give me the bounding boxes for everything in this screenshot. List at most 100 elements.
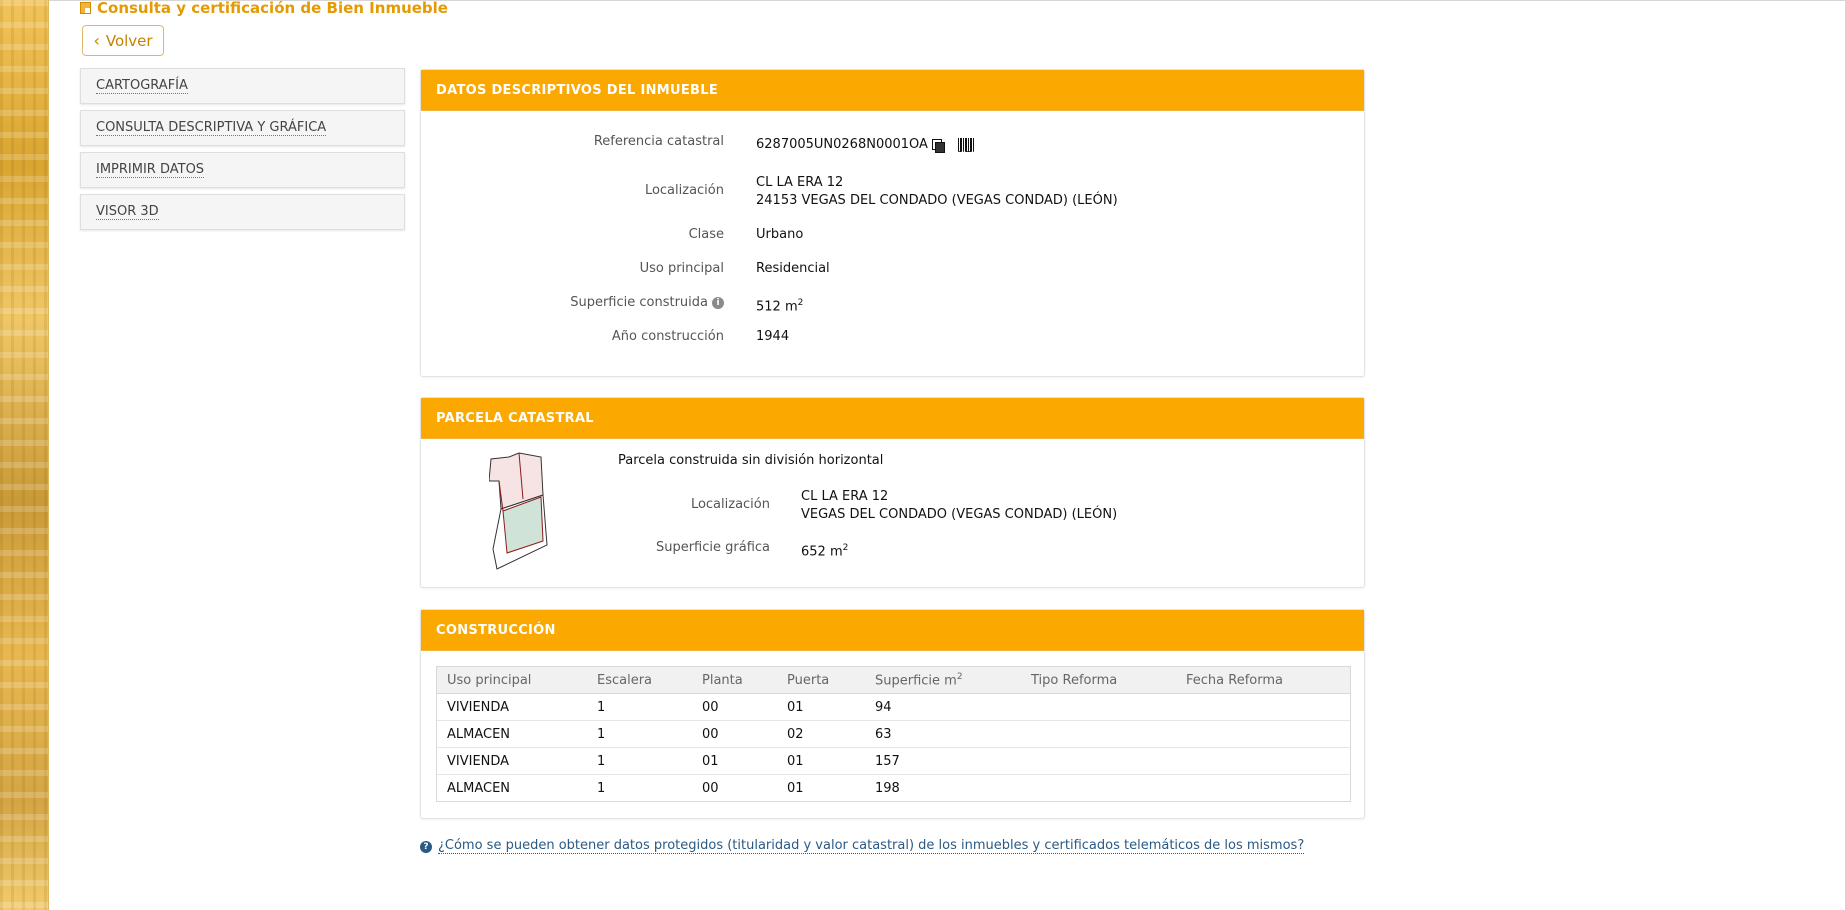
parcela-localizacion-label: Localización [690, 497, 770, 512]
chevron-left-icon: ‹ [93, 30, 100, 50]
construccion-table: Uso principal Escalera Planta Puerta Sup… [437, 667, 1350, 801]
parcela-localizacion-line-1: CL LA ERA 12 [801, 489, 889, 504]
table-cell: 02 [777, 720, 865, 748]
col-superficie: Superficie m2 [865, 667, 1021, 694]
localizacion-line-2: 24153 VEGAS DEL CONDADO (VEGAS CONDAD) (… [756, 193, 1118, 208]
parcel-map-thumbnail[interactable] [489, 451, 561, 573]
parcela-localizacion-line-2: VEGAS DEL CONDADO (VEGAS CONDAD) (LEÓN) [801, 507, 1118, 522]
superficie-grafica-label: Superficie gráfica [655, 540, 770, 555]
table-cell: VIVIENDA [437, 693, 587, 721]
table-cell [1176, 774, 1350, 801]
anio-construccion-label: Año construcción [611, 329, 724, 344]
unit-exponent: 2 [956, 671, 963, 682]
clase-label: Clase [688, 227, 724, 242]
anio-construccion-value: 1944 [756, 329, 790, 344]
table-cell [1176, 747, 1350, 775]
col-superficie-text: Superficie m [875, 673, 957, 689]
parcela-localizacion-value: CL LA ERA 12 VEGAS DEL CONDADO (VEGAS CO… [801, 488, 1117, 524]
table-header-row: Uso principal Escalera Planta Puerta Sup… [437, 667, 1350, 694]
col-fecha-reforma: Fecha Reforma [1176, 667, 1350, 694]
page-title: Consulta y certificación de Bien Inmuebl… [80, 0, 448, 17]
page-title-text: Consulta y certificación de Bien Inmuebl… [97, 0, 448, 17]
referencia-value-row: 6287005UN0268N0001OA [756, 136, 974, 154]
col-puerta: Puerta [777, 667, 865, 694]
table-cell: ALMACEN [437, 720, 587, 748]
parcela-catastral-header: PARCELA CATASTRAL [421, 398, 1364, 439]
back-button-label: Volver [105, 31, 153, 50]
table-cell [1021, 747, 1176, 775]
sidebar-item-visor-3d[interactable]: VISOR 3D [80, 194, 405, 230]
superficie-construida-label: Superficie construida i [570, 295, 724, 310]
back-button[interactable]: ‹ Volver [82, 25, 164, 56]
question-icon: ? [420, 840, 432, 853]
superficie-construida-number: 512 m [756, 299, 798, 315]
col-escalera: Escalera [587, 667, 692, 694]
table-cell: ALMACEN [437, 774, 587, 801]
referencia-value: 6287005UN0268N0001OA [756, 137, 928, 152]
table-cell: 157 [865, 747, 1021, 775]
construccion-table-wrapper: Uso principal Escalera Planta Puerta Sup… [436, 666, 1351, 802]
table-cell: VIVIENDA [437, 747, 587, 775]
sidebar-item-label: CONSULTA DESCRIPTIVA Y GRÁFICA [96, 119, 327, 136]
table-cell [1176, 693, 1350, 721]
table-cell: 01 [692, 747, 777, 775]
localizacion-label: Localización [644, 183, 724, 198]
clase-value: Urbano [756, 227, 804, 242]
parcela-descripcion: Parcela construida sin división horizont… [618, 453, 884, 468]
table-cell [1021, 720, 1176, 748]
superficie-construida-value: 512 m2 [756, 294, 803, 316]
table-cell: 63 [865, 720, 1021, 748]
referencia-label: Referencia catastral [593, 134, 724, 149]
table-cell [1021, 693, 1176, 721]
barcode-icon[interactable] [957, 137, 974, 152]
table-cell: 94 [865, 693, 1021, 721]
sidebar-item-imprimir-datos[interactable]: IMPRIMIR DATOS [80, 152, 405, 188]
sidebar-item-label: IMPRIMIR DATOS [96, 161, 205, 178]
table-cell: 01 [777, 693, 865, 721]
superficie-grafica-value: 652 m2 [801, 539, 848, 561]
col-planta: Planta [692, 667, 777, 694]
localizacion-line-1: CL LA ERA 12 [756, 175, 844, 190]
table-cell: 1 [587, 693, 692, 721]
table-cell: 1 [587, 747, 692, 775]
info-icon[interactable]: i [712, 296, 724, 309]
superficie-construida-label-text: Superficie construida [570, 295, 708, 310]
datos-descriptivos-panel: DATOS DESCRIPTIVOS DEL INMUEBLE Referenc… [420, 69, 1365, 377]
table-row: ALMACEN 1 00 02 63 [437, 720, 1350, 748]
construccion-panel: CONSTRUCCIÓN Uso principal Escalera Plan… [420, 609, 1365, 819]
sidebar-item-consulta-descriptiva[interactable]: CONSULTA DESCRIPTIVA Y GRÁFICA [80, 110, 405, 146]
table-row: VIVIENDA 1 00 01 94 [437, 693, 1350, 721]
unit-exponent: 2 [842, 543, 849, 553]
superficie-grafica-number: 652 m [801, 544, 843, 560]
table-cell: 198 [865, 774, 1021, 801]
datos-descriptivos-header: DATOS DESCRIPTIVOS DEL INMUEBLE [421, 70, 1364, 111]
unit-exponent: 2 [797, 298, 804, 308]
help-link-text: ¿Cómo se pueden obtener datos protegidos… [438, 838, 1305, 854]
table-row: VIVIENDA 1 01 01 157 [437, 747, 1350, 775]
sidebar-menu: CARTOGRAFÍA CONSULTA DESCRIPTIVA Y GRÁFI… [80, 68, 405, 236]
sidebar-item-cartografia[interactable]: CARTOGRAFÍA [80, 68, 405, 104]
table-cell: 01 [777, 747, 865, 775]
parcela-catastral-panel: PARCELA CATASTRAL Parcela construida sin… [420, 397, 1365, 588]
table-cell: 1 [587, 720, 692, 748]
construccion-header: CONSTRUCCIÓN [421, 610, 1364, 651]
col-tipo-reforma: Tipo Reforma [1021, 667, 1176, 694]
sidebar-item-label: VISOR 3D [96, 203, 159, 220]
table-cell: 00 [692, 774, 777, 801]
col-uso-principal: Uso principal [437, 667, 587, 694]
table-cell: 01 [777, 774, 865, 801]
decorative-side-image [0, 0, 49, 910]
uso-principal-label: Uso principal [639, 261, 724, 276]
uso-principal-value: Residencial [756, 261, 830, 276]
copy-icon[interactable] [931, 138, 945, 153]
table-cell: 00 [692, 693, 777, 721]
document-icon [80, 2, 91, 14]
datos-protegidos-help-link[interactable]: ? ¿Cómo se pueden obtener datos protegid… [420, 838, 1305, 854]
table-cell [1176, 720, 1350, 748]
table-cell: 00 [692, 720, 777, 748]
localizacion-value: CL LA ERA 12 24153 VEGAS DEL CONDADO (VE… [756, 174, 1118, 210]
sidebar-item-label: CARTOGRAFÍA [96, 77, 188, 94]
table-row: ALMACEN 1 00 01 198 [437, 774, 1350, 801]
table-cell [1021, 774, 1176, 801]
table-cell: 1 [587, 774, 692, 801]
